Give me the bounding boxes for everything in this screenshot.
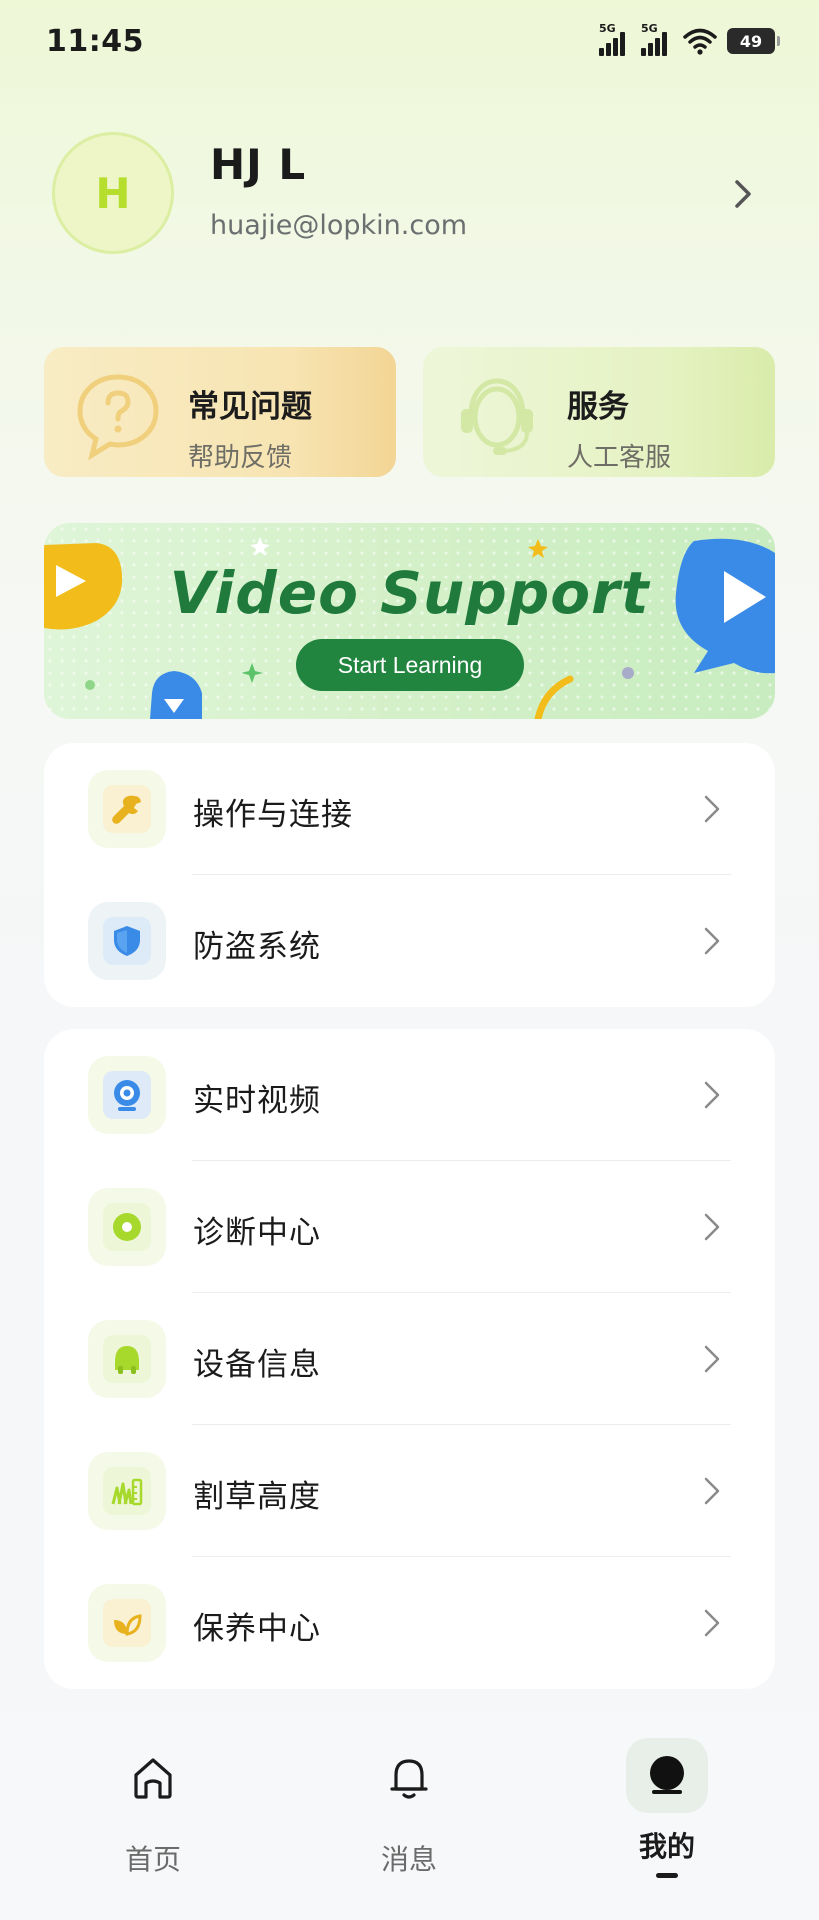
camera-icon [103, 1071, 151, 1119]
shield-icon [103, 917, 151, 965]
menu-label: 设备信息 [193, 1347, 321, 1383]
menu-label: 操作与连接 [193, 797, 353, 833]
menu-label: 割草高度 [193, 1479, 321, 1515]
wrench-icon [103, 785, 151, 833]
chevron-right-icon [704, 1345, 720, 1373]
profile-name: HJ L [210, 140, 307, 189]
nav-label: 消息 [380, 1843, 437, 1876]
bottom-nav: 首页 消息 我的 [0, 1712, 819, 1920]
faq-title: 常见问题 [188, 389, 312, 425]
menu-item-cutting-height[interactable]: 割草高度 [44, 1425, 775, 1557]
menu-item-diagnosis[interactable]: 诊断中心 [44, 1161, 775, 1293]
nav-label: 首页 [124, 1843, 181, 1876]
menu-item-maintenance[interactable]: 保养中心 [44, 1557, 775, 1689]
menu-label: 诊断中心 [193, 1215, 321, 1251]
menu-item-live-video[interactable]: 实时视频 [44, 1029, 775, 1161]
chevron-right-icon [704, 927, 720, 955]
signal-icon: 5G [641, 22, 673, 56]
chevron-right-icon [704, 1609, 720, 1637]
menu-item-operation-connection[interactable]: 操作与连接 [44, 743, 775, 875]
status-icons: 5G 5G 49 [599, 22, 780, 58]
signal-tag: 5G [599, 22, 616, 35]
chevron-right-icon [704, 1081, 720, 1109]
menu-label: 实时视频 [193, 1083, 321, 1119]
battery-icon: 49 [727, 28, 780, 54]
diagnosis-icon [103, 1203, 151, 1251]
menu-card-operations: 操作与连接 防盗系统 [44, 743, 775, 1007]
active-indicator [656, 1873, 678, 1878]
bell-icon [368, 1738, 450, 1818]
signal-tag: 5G [641, 22, 658, 35]
home-icon [112, 1738, 194, 1818]
chevron-right-icon[interactable] [727, 176, 759, 212]
service-card[interactable]: 服务 人工客服 [423, 347, 775, 477]
nav-label: 我的 [638, 1830, 695, 1864]
menu-label: 保养中心 [193, 1611, 321, 1647]
start-learning-button[interactable]: Start Learning [296, 639, 524, 691]
grass-height-icon [103, 1467, 151, 1515]
menu-label: 防盗系统 [193, 929, 321, 965]
menu-card-device: 实时视频 诊断中心 设备信息 割草高度 保养中心 [44, 1029, 775, 1689]
service-title: 服务 [567, 389, 629, 425]
nav-home[interactable]: 首页 [73, 1738, 233, 1878]
headset-icon [461, 378, 533, 455]
signal-icon: 5G [599, 22, 631, 56]
profile-email: huajie@lopkin.com [210, 210, 468, 241]
menu-item-device-info[interactable]: 设备信息 [44, 1293, 775, 1425]
nav-profile[interactable]: 我的 [587, 1738, 747, 1878]
video-support-banner[interactable]: Video Support Start Learning [44, 523, 775, 719]
avatar-initial: H [95, 168, 131, 218]
leaf-care-icon [103, 1599, 151, 1647]
chevron-right-icon [704, 1477, 720, 1505]
menu-item-anti-theft[interactable]: 防盗系统 [44, 875, 775, 1007]
question-bubble-icon [77, 374, 159, 461]
nav-messages[interactable]: 消息 [329, 1738, 489, 1878]
mower-robot-icon [103, 1335, 151, 1383]
banner-title: Video Support [169, 559, 650, 627]
faq-card[interactable]: 常见问题 帮助反馈 [44, 347, 396, 477]
profile-icon [626, 1738, 708, 1814]
avatar[interactable]: H [52, 132, 174, 254]
battery-level: 49 [739, 31, 763, 51]
profile-header[interactable]: H HJ L huajie@lopkin.com [52, 132, 767, 256]
faq-subtitle: 帮助反馈 [188, 443, 293, 473]
wifi-icon [683, 28, 717, 55]
chevron-right-icon [704, 795, 720, 823]
service-subtitle: 人工客服 [567, 443, 672, 473]
status-time: 11:45 [46, 24, 144, 59]
status-bar: 11:45 5G 5G 49 [0, 0, 819, 84]
chevron-right-icon [704, 1213, 720, 1241]
